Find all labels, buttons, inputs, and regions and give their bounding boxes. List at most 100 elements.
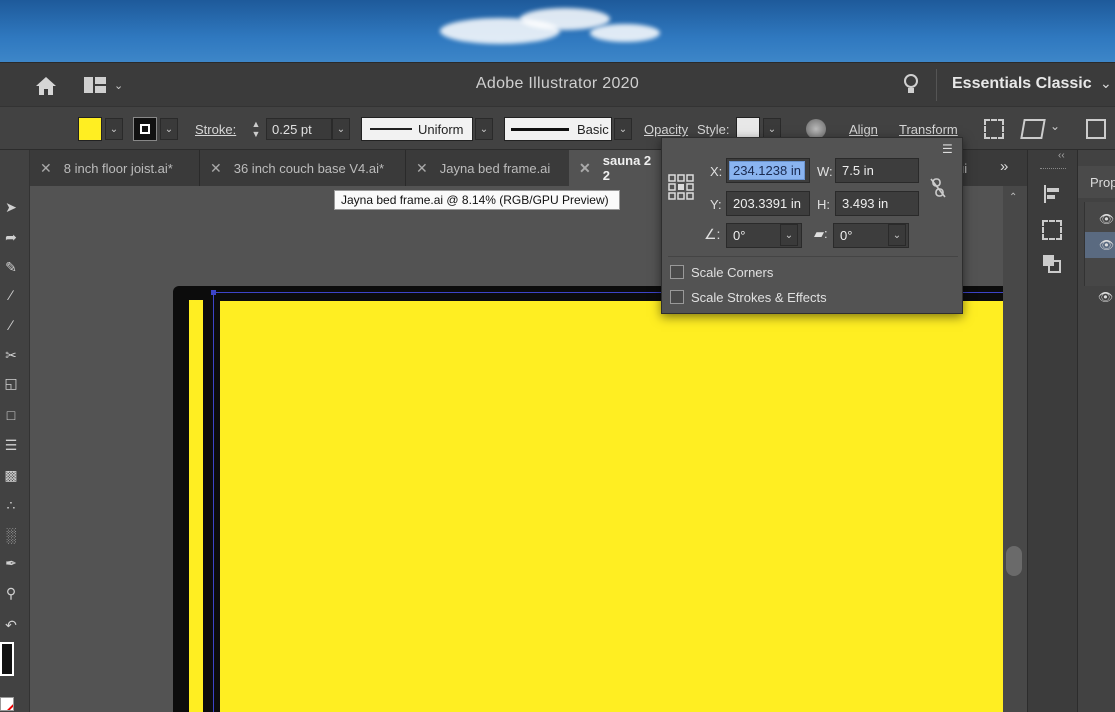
align-panel-icon[interactable] bbox=[1042, 184, 1062, 204]
scale-corners-label: Scale Corners bbox=[691, 265, 774, 280]
w-input[interactable]: 7.5 in bbox=[835, 158, 919, 183]
free-transform-tool-icon[interactable]: □ bbox=[0, 404, 22, 426]
transform-panel-icon[interactable] bbox=[1042, 220, 1062, 240]
collapse-icon[interactable]: ‹‹ bbox=[1058, 150, 1065, 161]
profile-dropdown[interactable]: ⌄ bbox=[475, 118, 493, 140]
shape-builder-tool-icon[interactable]: ☰ bbox=[0, 434, 22, 456]
chevron-down-icon: ⌄ bbox=[164, 123, 174, 135]
x-input[interactable]: 234.1238 in bbox=[726, 158, 810, 183]
shear-dropdown[interactable]: ⌄ bbox=[888, 224, 906, 246]
puppet-warp-icon[interactable] bbox=[1086, 119, 1106, 139]
tab-couch-base[interactable]: ✕ 36 inch couch base V4.ai* bbox=[199, 150, 405, 186]
eyedropper-tool-icon[interactable]: ✒ bbox=[0, 552, 22, 574]
chevron-down-icon: ⌄ bbox=[479, 123, 489, 135]
tab-floor-joist[interactable]: ✕ 8 inch floor joist.ai* bbox=[30, 150, 200, 186]
reference-point-icon[interactable] bbox=[668, 174, 694, 200]
selection-tool-icon[interactable]: ➤ bbox=[0, 196, 22, 218]
h-input[interactable]: 3.493 in bbox=[835, 191, 919, 216]
stroke-label[interactable]: Stroke: bbox=[195, 122, 236, 137]
zoom-tool-icon[interactable]: ⚲ bbox=[0, 582, 22, 604]
scroll-up-icon[interactable]: ⌃ bbox=[1009, 192, 1017, 203]
paintbrush-tool-icon[interactable]: ∕ bbox=[0, 314, 22, 336]
symbol-sprayer-tool-icon[interactable]: ∴ bbox=[0, 494, 22, 516]
chevron-down-icon: ⌄ bbox=[892, 229, 902, 241]
eye-icon[interactable]: 👁 bbox=[1099, 238, 1114, 252]
vertical-scrollbar[interactable]: ⌃ bbox=[1003, 186, 1027, 712]
stroke-weight-input[interactable]: 0.25 pt bbox=[266, 118, 332, 140]
panel-menu-icon[interactable]: ☰ bbox=[942, 142, 953, 156]
document-tooltip: Jayna bed frame.ai @ 8.14% (RGB/GPU Prev… bbox=[334, 190, 620, 210]
close-icon[interactable]: ✕ bbox=[416, 160, 428, 177]
stroke-fill-indicator[interactable] bbox=[0, 642, 14, 676]
tabs-overflow-icon[interactable]: » bbox=[1000, 158, 1008, 175]
close-icon[interactable]: ✕ bbox=[579, 160, 591, 177]
column-graph-tool-icon[interactable]: ░ bbox=[0, 524, 22, 546]
h-label: H: bbox=[817, 197, 830, 212]
profile-label: Uniform bbox=[418, 121, 464, 137]
shape-mode-icon[interactable] bbox=[1020, 119, 1046, 139]
fill-dropdown[interactable]: ⌄ bbox=[105, 118, 123, 140]
scale-strokes-label: Scale Strokes & Effects bbox=[691, 290, 827, 305]
link-broken-icon[interactable] bbox=[930, 178, 946, 198]
recolor-artwork-icon[interactable] bbox=[806, 119, 826, 139]
gradient-tool-icon[interactable]: ▩ bbox=[0, 464, 22, 486]
chevron-up-icon[interactable]: ▲ bbox=[252, 119, 261, 129]
chevron-down-icon[interactable]: ⌄ bbox=[1050, 119, 1060, 133]
close-icon[interactable]: ✕ bbox=[40, 160, 52, 177]
pen-tool-icon[interactable]: ✎ bbox=[0, 256, 22, 278]
shear-icon: ▰: bbox=[814, 226, 828, 241]
rotate-dropdown[interactable]: ⌄ bbox=[780, 224, 798, 246]
tab-properties[interactable]: Prop bbox=[1078, 166, 1115, 198]
swap-fill-stroke-icon[interactable]: ↶ bbox=[0, 614, 22, 636]
brush-dropdown[interactable]: ⌄ bbox=[614, 118, 632, 140]
tab-sauna[interactable]: ✕ sauna 2 2 bbox=[569, 150, 661, 186]
align-link[interactable]: Align bbox=[849, 122, 878, 137]
style-label: Style: bbox=[697, 122, 730, 137]
scale-strokes-checkbox[interactable] bbox=[670, 290, 684, 304]
stroke-color-swatch[interactable] bbox=[133, 117, 157, 141]
opacity-link[interactable]: Opacity bbox=[644, 122, 688, 137]
y-input[interactable]: 203.3391 in bbox=[726, 191, 810, 216]
close-icon[interactable]: ✕ bbox=[210, 160, 222, 177]
transform-popup: ☰ X: 234.1238 in W: 7.5 in Y: 203.3391 i… bbox=[661, 137, 963, 314]
eye-icon[interactable]: 👁 bbox=[1099, 212, 1114, 226]
direct-selection-tool-icon[interactable]: ➦ bbox=[0, 226, 22, 248]
chevron-down-icon[interactable]: ⌄ bbox=[1100, 75, 1112, 92]
app-title-bar: ⌄ Adobe Illustrator 2020 Essentials Clas… bbox=[0, 62, 1115, 106]
fill-color-swatch[interactable] bbox=[78, 117, 102, 141]
line-preview bbox=[370, 128, 412, 130]
w-label: W: bbox=[817, 164, 833, 179]
brush-definition[interactable]: Basic bbox=[504, 117, 612, 141]
chevron-down-icon: ⌄ bbox=[109, 123, 119, 135]
selection-handle[interactable] bbox=[211, 290, 216, 295]
scrollbar-thumb[interactable] bbox=[1006, 546, 1022, 576]
line-tool-icon[interactable]: ∕ bbox=[0, 284, 22, 306]
graphic-style-swatch[interactable] bbox=[736, 117, 760, 139]
layers-list: 👁 👁 bbox=[1084, 202, 1115, 286]
properties-panel: Prop 👁 👁 👁 bbox=[1077, 150, 1115, 712]
grip-icon[interactable] bbox=[1040, 168, 1066, 172]
transform-link[interactable]: Transform bbox=[899, 122, 958, 137]
chevron-down-icon: ⌄ bbox=[784, 229, 794, 241]
isolate-icon[interactable] bbox=[984, 119, 1004, 139]
scale-tool-icon[interactable]: ◱ bbox=[0, 372, 22, 394]
artwork-left-strip[interactable] bbox=[189, 300, 203, 712]
stroke-weight-stepper[interactable]: ▲ ▼ bbox=[248, 118, 264, 140]
none-swatch-icon[interactable] bbox=[0, 697, 14, 711]
tools-panel: ➤ ➦ ✎ ∕ ∕ ✂ ◱ □ ☰ ▩ ∴ ░ ✒ ⚲ ↶ bbox=[0, 150, 30, 712]
eye-icon[interactable]: 👁 bbox=[1098, 290, 1113, 304]
rotate-icon: ∠: bbox=[704, 226, 721, 242]
stroke-weight-dropdown[interactable]: ⌄ bbox=[332, 118, 350, 140]
tab-bed-frame[interactable]: ✕ Jayna bed frame.ai bbox=[405, 150, 569, 186]
lightbulb-icon[interactable] bbox=[902, 73, 920, 97]
stroke-dropdown[interactable]: ⌄ bbox=[160, 118, 178, 140]
scissors-tool-icon[interactable]: ✂ bbox=[0, 344, 22, 366]
pathfinder-panel-icon[interactable] bbox=[1042, 254, 1062, 274]
workspace-switcher[interactable]: Essentials Classic bbox=[952, 75, 1092, 93]
fill-color-preview bbox=[79, 118, 101, 140]
variable-width-profile[interactable]: Uniform bbox=[361, 117, 473, 141]
stroke-square-icon bbox=[140, 124, 150, 134]
chevron-down-icon[interactable]: ▼ bbox=[252, 129, 261, 139]
chevron-down-icon: ⌄ bbox=[336, 123, 346, 135]
scale-corners-checkbox[interactable] bbox=[670, 265, 684, 279]
